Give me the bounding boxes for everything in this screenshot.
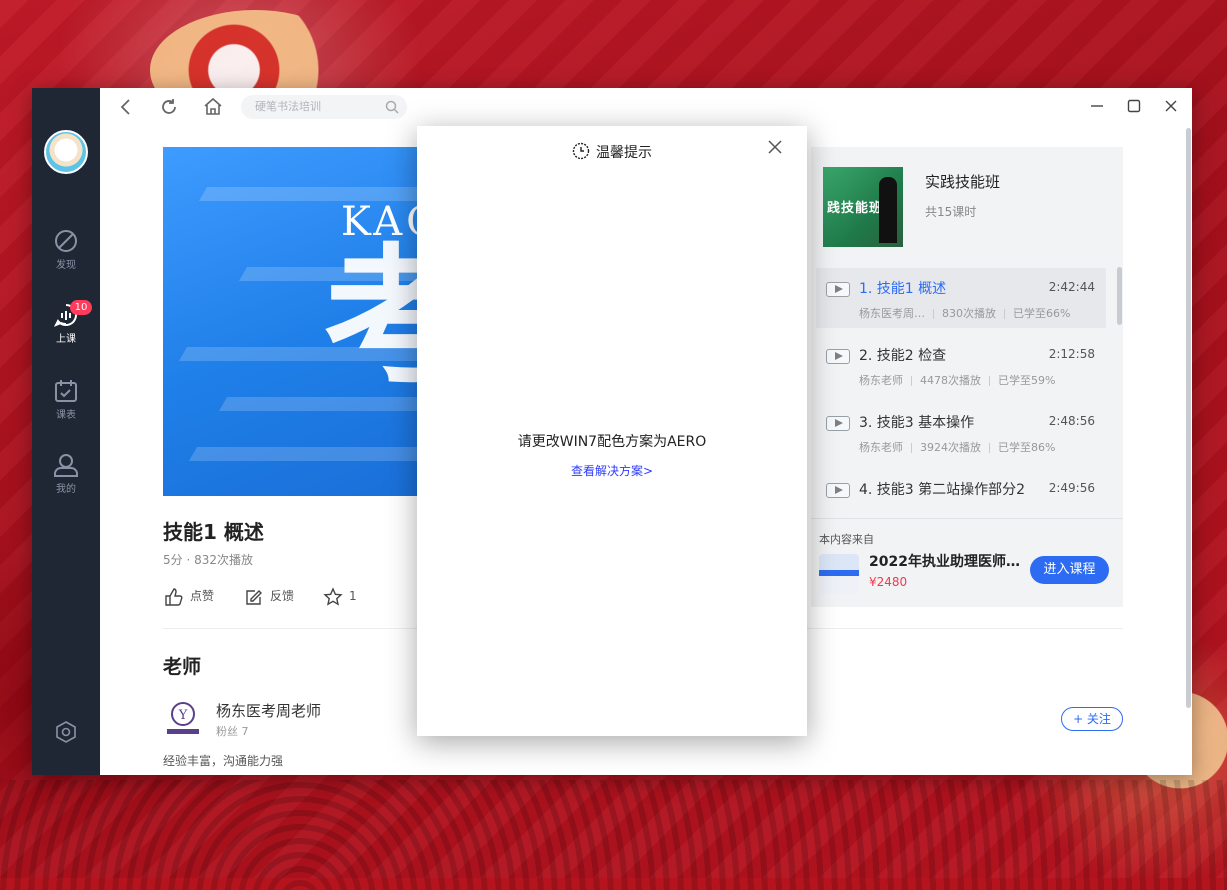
lesson-title: 2. 技能2 检查	[859, 348, 947, 364]
favorite-button[interactable]: 1	[323, 586, 357, 606]
playlist-cover[interactable]: 践技能班	[823, 167, 903, 247]
user-icon	[54, 454, 78, 477]
lesson-item[interactable]: 3. 技能3 基本操作 2:48:56 杨东老师 3924次播放 已学至86%	[816, 402, 1106, 462]
lesson-title: 1. 技能1 概述	[859, 281, 947, 297]
dialog-title: 温馨提示	[417, 142, 807, 162]
lesson-duration: 2:48:56	[1048, 414, 1095, 428]
thumbs-up-icon	[165, 587, 183, 606]
lesson-meta: 杨东老师 4478次播放 已学至59%	[859, 374, 1056, 387]
feedback-label: 反馈	[270, 589, 295, 603]
play-icon	[826, 416, 850, 431]
playlist-count: 共15课时	[925, 205, 977, 219]
lesson-title: 4. 技能3 第二站操作部分2	[859, 482, 1026, 498]
course-meta: 5分 · 832次播放	[163, 553, 253, 567]
search-placeholder: 硬笔书法培训	[255, 100, 321, 113]
lesson-item[interactable]: 4. 技能3 第二站操作部分2 2:49:56	[816, 469, 1106, 513]
lesson-duration: 2:12:58	[1048, 347, 1095, 361]
nav-class[interactable]: 上课 10	[32, 300, 100, 345]
refresh-icon[interactable]	[159, 97, 179, 117]
close-window-icon[interactable]	[1163, 98, 1179, 114]
like-button[interactable]: 点赞	[164, 586, 214, 606]
divider	[811, 628, 1123, 629]
source-label: 本内容来自	[819, 533, 874, 546]
play-icon	[826, 282, 850, 297]
user-avatar[interactable]	[44, 130, 88, 174]
enter-course-button[interactable]: 进入课程	[1030, 556, 1109, 584]
lesson-meta: 杨东老师 3924次播放 已学至86%	[859, 441, 1056, 454]
play-icon	[826, 349, 850, 364]
clock-icon	[572, 142, 590, 160]
teacher-fans: 粉丝 7	[216, 725, 249, 738]
teacher-name[interactable]: 杨东医考周老师	[216, 700, 321, 721]
nav-class-label: 上课	[56, 334, 76, 345]
minimize-icon[interactable]	[1089, 98, 1105, 114]
nav-schedule[interactable]: 课表	[32, 378, 100, 421]
source-thumbnail[interactable]	[819, 554, 859, 594]
search-input[interactable]: 硬笔书法培训	[241, 95, 407, 119]
star-icon	[323, 586, 343, 606]
lesson-duration: 2:42:44	[1048, 280, 1095, 294]
dialog-message: 请更改WIN7配色方案为AERO	[517, 434, 707, 450]
nav-schedule-label: 课表	[56, 410, 76, 421]
nav-discover-label: 发现	[56, 260, 76, 271]
playlist-panel: 践技能班 实践技能班 共15课时 1. 技能1 概述 2:42:44 杨东医考周…	[811, 147, 1123, 607]
course-title: 技能1 概述	[163, 520, 264, 544]
solution-link[interactable]: 查看解决方案>	[417, 462, 807, 479]
alert-dialog: 温馨提示 请更改WIN7配色方案为AERO 查看解决方案>	[417, 126, 807, 736]
search-icon[interactable]	[385, 100, 399, 114]
nav-profile-label: 我的	[56, 484, 76, 495]
calendar-icon	[55, 380, 77, 402]
play-icon	[826, 483, 850, 498]
nav-discover[interactable]: 发现	[32, 228, 100, 271]
favorite-count: 1	[349, 589, 357, 603]
lesson-item[interactable]: 2. 技能2 检查 2:12:58 杨东老师 4478次播放 已学至59%	[816, 335, 1106, 395]
hexagon-settings-icon	[56, 721, 76, 743]
close-icon[interactable]	[767, 139, 783, 155]
nav-profile[interactable]: 我的	[32, 452, 100, 495]
top-bar: 硬笔书法培训	[100, 88, 1192, 126]
svg-text:Y: Y	[178, 708, 188, 723]
playlist-scrollbar[interactable]	[1117, 267, 1122, 325]
home-icon[interactable]	[203, 97, 223, 117]
wave-pattern	[0, 780, 1227, 890]
playlist-name: 实践技能班	[925, 173, 1001, 191]
back-icon[interactable]	[118, 97, 134, 117]
main-scrollbar[interactable]	[1186, 128, 1191, 708]
edit-icon	[246, 589, 262, 605]
unread-badge: 10	[70, 300, 92, 315]
source-course-name[interactable]: 2022年执业助理医师…	[869, 551, 1020, 571]
video-player[interactable]: KAO 考	[163, 147, 433, 496]
lesson-duration: 2:49:56	[1048, 481, 1095, 495]
lesson-title: 3. 技能3 基本操作	[859, 415, 975, 431]
source-price: ¥2480	[869, 575, 908, 589]
teacher-logo-icon[interactable]: Y	[163, 698, 203, 738]
follow-button[interactable]: + 关注	[1061, 707, 1123, 731]
settings-button[interactable]	[54, 720, 78, 748]
teacher-section-title: 老师	[163, 656, 202, 678]
sidebar: 发现 上课 10 课表 我的	[32, 88, 100, 775]
compass-icon	[55, 230, 77, 252]
teacher-description: 经验丰富，沟通能力强	[163, 754, 284, 768]
divider	[811, 518, 1123, 519]
lesson-item[interactable]: 1. 技能1 概述 2:42:44 杨东医考周… 830次播放 已学至66%	[816, 268, 1106, 328]
maximize-icon[interactable]	[1126, 98, 1142, 114]
feedback-button[interactable]: 反馈	[244, 586, 294, 606]
cover-text: 践技能班	[827, 201, 884, 216]
lesson-meta: 杨东医考周… 830次播放 已学至66%	[859, 307, 1071, 320]
like-label: 点赞	[190, 589, 215, 603]
dialog-title-text: 温馨提示	[596, 145, 652, 161]
